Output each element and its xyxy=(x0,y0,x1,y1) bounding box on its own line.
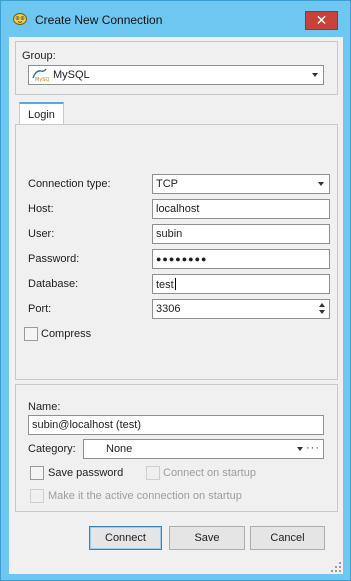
chevron-down-icon xyxy=(318,182,324,186)
dialog-client-area: Group: MySQL MySQL Login Connection type… xyxy=(9,37,343,574)
app-logo-icon xyxy=(13,13,27,25)
save-button[interactable]: Save xyxy=(169,526,245,550)
save-password-label: Save password xyxy=(48,467,124,479)
port-label: Port: xyxy=(28,303,52,315)
spin-arrows-icon[interactable] xyxy=(318,302,327,316)
group-section: Group: MySQL MySQL xyxy=(15,41,338,95)
resize-grip-icon[interactable] xyxy=(331,562,341,572)
connect-on-startup-checkbox[interactable] xyxy=(146,466,160,480)
name-value: subin@localhost (test) xyxy=(32,419,141,431)
make-active-checkbox[interactable] xyxy=(30,489,44,503)
close-icon: ✕ xyxy=(315,12,328,28)
port-stepper[interactable]: 3306 xyxy=(152,299,330,319)
host-label: Host: xyxy=(28,203,54,215)
category-select[interactable]: None ··· xyxy=(83,439,324,459)
host-value: localhost xyxy=(156,203,200,215)
port-value: 3306 xyxy=(156,303,181,315)
save-password-checkbox[interactable] xyxy=(30,466,44,480)
tab-login[interactable]: Login xyxy=(19,102,64,125)
name-input[interactable]: subin@localhost (test) xyxy=(28,415,324,435)
password-input[interactable]: ●●●●●●●● xyxy=(152,249,330,269)
chevron-down-icon xyxy=(297,447,303,451)
name-label: Name: xyxy=(28,401,61,413)
password-value: ●●●●●●●● xyxy=(156,254,208,264)
database-input[interactable]: test xyxy=(152,274,330,294)
group-label: Group: xyxy=(22,50,56,62)
connection-type-value: TCP xyxy=(156,178,178,190)
compress-checkbox[interactable] xyxy=(24,327,38,341)
make-active-label: Make it the active connection on startup xyxy=(48,490,242,502)
compress-label: Compress xyxy=(41,328,92,340)
group-select[interactable]: MySQL MySQL xyxy=(28,65,324,85)
connection-type-label: Connection type: xyxy=(28,178,111,190)
svg-text:MySQL: MySQL xyxy=(35,77,49,82)
connect-button[interactable]: Connect xyxy=(89,526,162,550)
more-options-icon[interactable]: ··· xyxy=(306,442,320,454)
connect-on-startup-label: Connect on startup xyxy=(163,467,256,479)
close-button[interactable]: ✕ xyxy=(305,11,338,30)
user-value: subin xyxy=(156,228,183,240)
dialog-window: Create New Connection ✕ Group: MySQL MyS… xyxy=(0,0,351,581)
category-label: Category: xyxy=(28,443,76,455)
details-section: Name: subin@localhost (test) Category: N… xyxy=(15,384,338,512)
connection-type-select[interactable]: TCP xyxy=(152,174,330,194)
host-input[interactable]: localhost xyxy=(152,199,330,219)
cancel-button[interactable]: Cancel xyxy=(250,526,325,550)
mysql-icon: MySQL xyxy=(32,68,49,82)
login-panel: Connection type: TCP Host: localhost Use… xyxy=(15,124,338,380)
window-title: Create New Connection xyxy=(35,13,163,27)
password-label: Password: xyxy=(28,253,80,265)
database-label: Database: xyxy=(28,278,79,290)
text-caret xyxy=(174,278,176,290)
tab-login-label: Login xyxy=(28,109,55,121)
database-value: test xyxy=(156,279,174,291)
user-input[interactable]: subin xyxy=(152,224,330,244)
user-label: User: xyxy=(28,228,55,240)
chevron-down-icon xyxy=(312,73,318,77)
title-bar[interactable]: Create New Connection ✕ xyxy=(1,1,350,33)
category-value: None xyxy=(106,443,133,455)
group-select-value: MySQL xyxy=(53,69,90,81)
